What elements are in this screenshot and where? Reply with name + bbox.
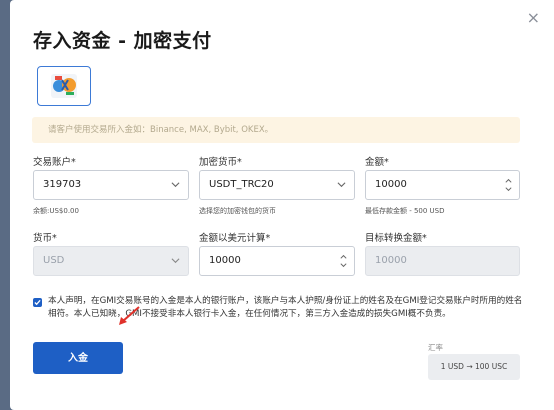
check-icon [34, 299, 41, 306]
chevron-down-icon [337, 182, 346, 188]
min-deposit-hint: 最低存款金额 - 500 USD [365, 207, 445, 215]
amount-input[interactable]: 10000 [365, 170, 520, 200]
account-label: 交易账户* [33, 157, 76, 168]
usd-amount-label: 金额以美元计算* [199, 233, 271, 244]
chevron-down-icon [171, 182, 180, 188]
dialog-title: 存入资金 - 加密支付 [33, 30, 212, 52]
target-amount-value: 10000 [375, 255, 407, 266]
usd-amount-value: 10000 [209, 255, 241, 266]
currency-label: 货币* [33, 233, 57, 244]
target-amount-label: 目标转换金额* [365, 233, 427, 244]
crypto-label: 加密货币* [199, 157, 242, 168]
crypto-value: USDT_TRC20 [209, 179, 274, 190]
amount-label: 金额* [365, 157, 389, 168]
stepper-icon[interactable] [504, 175, 513, 195]
stepper-icon[interactable] [339, 251, 348, 271]
exchange-rate-label: 汇率 [428, 343, 443, 352]
payment-method-crypto[interactable] [37, 66, 91, 106]
exchange-rate-value: 1 USD → 100 USC [428, 354, 520, 380]
target-amount-field: 10000 [365, 246, 520, 276]
currency-value: USD [43, 255, 65, 266]
account-value: 319703 [43, 179, 82, 190]
amount-value: 10000 [375, 179, 407, 190]
deposit-dialog: × 存入资金 - 加密支付 请客户使用交易所入金如：Binance, MAX, … [10, 0, 554, 410]
chevron-down-icon [171, 258, 180, 264]
usd-amount-input[interactable]: 10000 [199, 246, 355, 276]
account-select[interactable]: 319703 [33, 170, 189, 200]
close-icon[interactable]: × [527, 10, 540, 26]
crypto-select[interactable]: USDT_TRC20 [199, 170, 355, 200]
red-arrow-icon [119, 306, 140, 325]
declaration-checkbox[interactable] [33, 298, 42, 307]
currency-select: USD [33, 246, 189, 276]
exchange-notice: 请客户使用交易所入金如：Binance, MAX, Bybit, OKEX。 [32, 117, 520, 143]
deposit-button[interactable]: 入金 [33, 342, 123, 374]
crypto-payment-icon [51, 74, 77, 98]
crypto-hint: 选择您的加密钱包的货币 [199, 207, 276, 215]
balance-hint: 余额:US$0.00 [33, 207, 79, 215]
